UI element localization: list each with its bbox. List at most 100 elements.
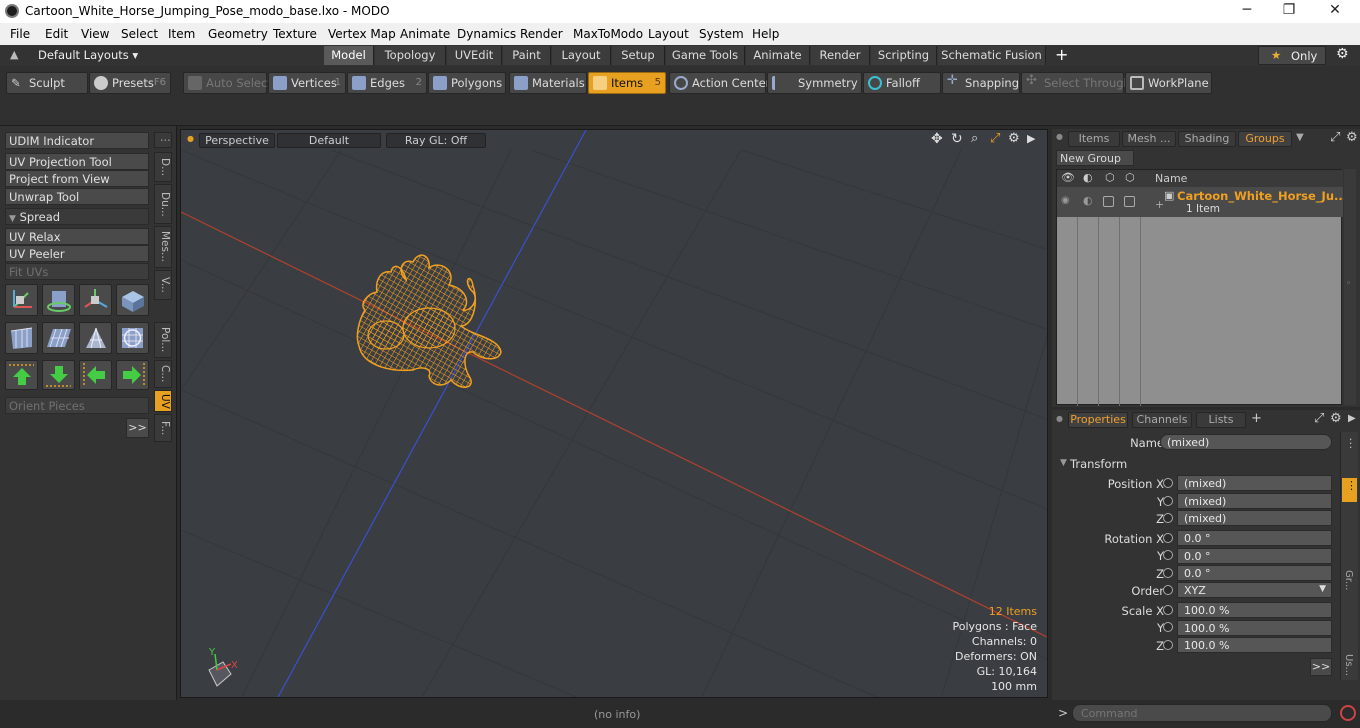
- vtab-c[interactable]: C...: [154, 360, 172, 388]
- add-tab-icon[interactable]: +: [1251, 411, 1262, 426]
- 3d-viewport[interactable]: Y X ● Perspective Default Ray GL: Off ✥ …: [180, 129, 1048, 698]
- uv-rotate-icon[interactable]: [42, 284, 75, 316]
- row-lock-checkbox[interactable]: [1103, 196, 1114, 207]
- scale-y-radio[interactable]: [1163, 622, 1173, 632]
- tab-setup[interactable]: Setup: [612, 46, 665, 65]
- tab-render[interactable]: Render: [811, 46, 870, 65]
- zoom-icon[interactable]: ⌕: [971, 131, 978, 146]
- items-button[interactable]: Items 5: [588, 72, 666, 94]
- pan-icon[interactable]: ✥: [931, 131, 943, 147]
- polygons-button[interactable]: Polygons: [428, 72, 506, 94]
- workplane-button[interactable]: WorkPlane: [1125, 72, 1212, 94]
- materials-button[interactable]: Materials: [509, 72, 587, 94]
- row-render-icon[interactable]: ◐: [1083, 194, 1093, 207]
- menu-system[interactable]: System: [699, 27, 744, 41]
- tab-animate[interactable]: Animate: [746, 46, 810, 65]
- scale-z-radio[interactable]: [1163, 640, 1173, 650]
- scale-z-field[interactable]: 100.0 %: [1177, 637, 1332, 653]
- uv-peeler-button[interactable]: UV Peeler: [5, 245, 149, 262]
- scale-y-field[interactable]: 100.0 %: [1177, 620, 1332, 636]
- align-left-icon[interactable]: [79, 360, 112, 390]
- vtab-uv[interactable]: UV: [154, 390, 172, 412]
- uv-plane-icon[interactable]: [42, 322, 75, 354]
- sculpt-button[interactable]: ✎ Sculpt: [6, 72, 88, 94]
- udim-indicator-button[interactable]: UDIM Indicator: [5, 132, 149, 149]
- row-select-checkbox[interactable]: [1124, 196, 1135, 207]
- tab-uvedit[interactable]: UVEdit: [447, 46, 502, 65]
- rotation-x-radio[interactable]: [1163, 533, 1173, 543]
- tab-items[interactable]: Items: [1068, 131, 1120, 147]
- vtab-mes[interactable]: Mes...: [154, 226, 172, 268]
- menu-maxtomodo[interactable]: MaxToModo: [573, 27, 643, 41]
- menu-item[interactable]: Item: [168, 27, 195, 41]
- tab-shading[interactable]: Shading: [1178, 131, 1236, 147]
- default-layouts-dropdown[interactable]: Default Layouts ▾: [38, 48, 138, 62]
- vtab-du[interactable]: Du...: [154, 184, 172, 224]
- rotation-z-radio[interactable]: [1163, 568, 1173, 578]
- viewport-expand-icon[interactable]: ▶: [1027, 132, 1035, 145]
- tab-channels[interactable]: Channels: [1132, 412, 1192, 428]
- side-tab-active[interactable]: ⋮: [1342, 478, 1357, 502]
- only-toggle[interactable]: ★ Only: [1258, 46, 1326, 65]
- shading-dropdown[interactable]: Default: [277, 133, 381, 148]
- position-y-field[interactable]: (mixed): [1177, 493, 1332, 509]
- viewport-menu-dot-icon[interactable]: ●: [187, 134, 194, 143]
- groups-list[interactable]: 👁 ◐ ⬡ ⬡ Name ◉ ◐ + ▣ Cartoon_White_Horse…: [1056, 169, 1347, 406]
- align-down-icon[interactable]: [42, 360, 75, 390]
- position-y-radio[interactable]: [1163, 496, 1173, 506]
- uv-sphere-icon[interactable]: [5, 322, 38, 354]
- vtab-v[interactable]: V...: [154, 270, 172, 300]
- vertices-button[interactable]: Vertices 1: [268, 72, 346, 94]
- group-row[interactable]: ◉ ◐ + ▣ Cartoon_White_Horse_Ju... 1 Item: [1057, 187, 1347, 217]
- menu-help[interactable]: Help: [752, 27, 779, 41]
- minimize-button[interactable]: ─: [1224, 2, 1270, 18]
- raygl-toggle[interactable]: Ray GL: Off: [386, 133, 486, 148]
- order-radio[interactable]: [1163, 585, 1173, 595]
- position-x-field[interactable]: (mixed): [1177, 475, 1332, 491]
- menu-layout[interactable]: Layout: [648, 27, 689, 41]
- command-input[interactable]: [1072, 704, 1332, 722]
- project-from-view-button[interactable]: Project from View: [5, 170, 149, 187]
- tab-groups[interactable]: Groups: [1238, 131, 1292, 147]
- record-macro-icon[interactable]: [1340, 705, 1356, 721]
- transform-collapse-icon[interactable]: ▼: [1060, 458, 1067, 468]
- uv-transform-icon[interactable]: [5, 284, 38, 316]
- name-field[interactable]: (mixed): [1160, 434, 1332, 450]
- side-tab-gr[interactable]: Gr...: [1343, 570, 1354, 590]
- groups-scrollbar[interactable]: ◦: [1344, 169, 1356, 405]
- menu-animate[interactable]: Animate: [400, 27, 450, 41]
- scale-x-field[interactable]: 100.0 %: [1177, 602, 1332, 618]
- uv-relax-button[interactable]: UV Relax: [5, 228, 149, 245]
- rotation-y-radio[interactable]: [1163, 550, 1173, 560]
- tab-topology[interactable]: Topology: [375, 46, 446, 65]
- tab-more-chevron-icon[interactable]: ▼: [1296, 132, 1304, 143]
- viewport-gear-icon[interactable]: ⚙: [1008, 131, 1020, 146]
- panel-menu-dot-icon[interactable]: ●: [1056, 414, 1063, 423]
- position-x-radio[interactable]: [1163, 478, 1173, 488]
- tab-properties[interactable]: Properties: [1068, 412, 1128, 428]
- orient-pieces-button[interactable]: Orient Pieces: [5, 397, 149, 414]
- menu-geometry[interactable]: Geometry: [208, 27, 268, 41]
- tab-lists[interactable]: Lists: [1196, 412, 1246, 428]
- snapping-button[interactable]: ✛ Snapping: [942, 72, 1020, 94]
- close-button[interactable]: ✕: [1312, 2, 1358, 18]
- order-dropdown[interactable]: XYZ ▼: [1177, 582, 1332, 598]
- more-properties-button[interactable]: >>: [1310, 658, 1332, 676]
- vtab-d[interactable]: D...: [154, 152, 172, 182]
- rotation-x-field[interactable]: 0.0 °: [1177, 530, 1332, 546]
- view-type-dropdown[interactable]: Perspective: [199, 133, 275, 148]
- vtab-options-icon[interactable]: ⋮: [154, 132, 172, 148]
- add-layout-icon[interactable]: +: [1055, 45, 1068, 64]
- unwrap-tool-button[interactable]: Unwrap Tool: [5, 188, 149, 205]
- side-tab-us[interactable]: Us...: [1343, 654, 1354, 676]
- rotate-icon[interactable]: ↻: [951, 131, 963, 147]
- tab-model[interactable]: Model: [324, 46, 374, 65]
- panel-maximize-icon[interactable]: ⤢: [1330, 130, 1340, 145]
- panel-gear-icon[interactable]: ⚙: [1330, 411, 1342, 426]
- menu-texture[interactable]: Texture: [273, 27, 317, 41]
- falloff-button[interactable]: Falloff: [863, 72, 941, 94]
- auto-select-button[interactable]: Auto Select: [183, 72, 272, 94]
- scale-x-radio[interactable]: [1163, 605, 1173, 615]
- expand-plus-icon[interactable]: +: [1155, 198, 1164, 211]
- vtab-f[interactable]: F...: [154, 414, 172, 442]
